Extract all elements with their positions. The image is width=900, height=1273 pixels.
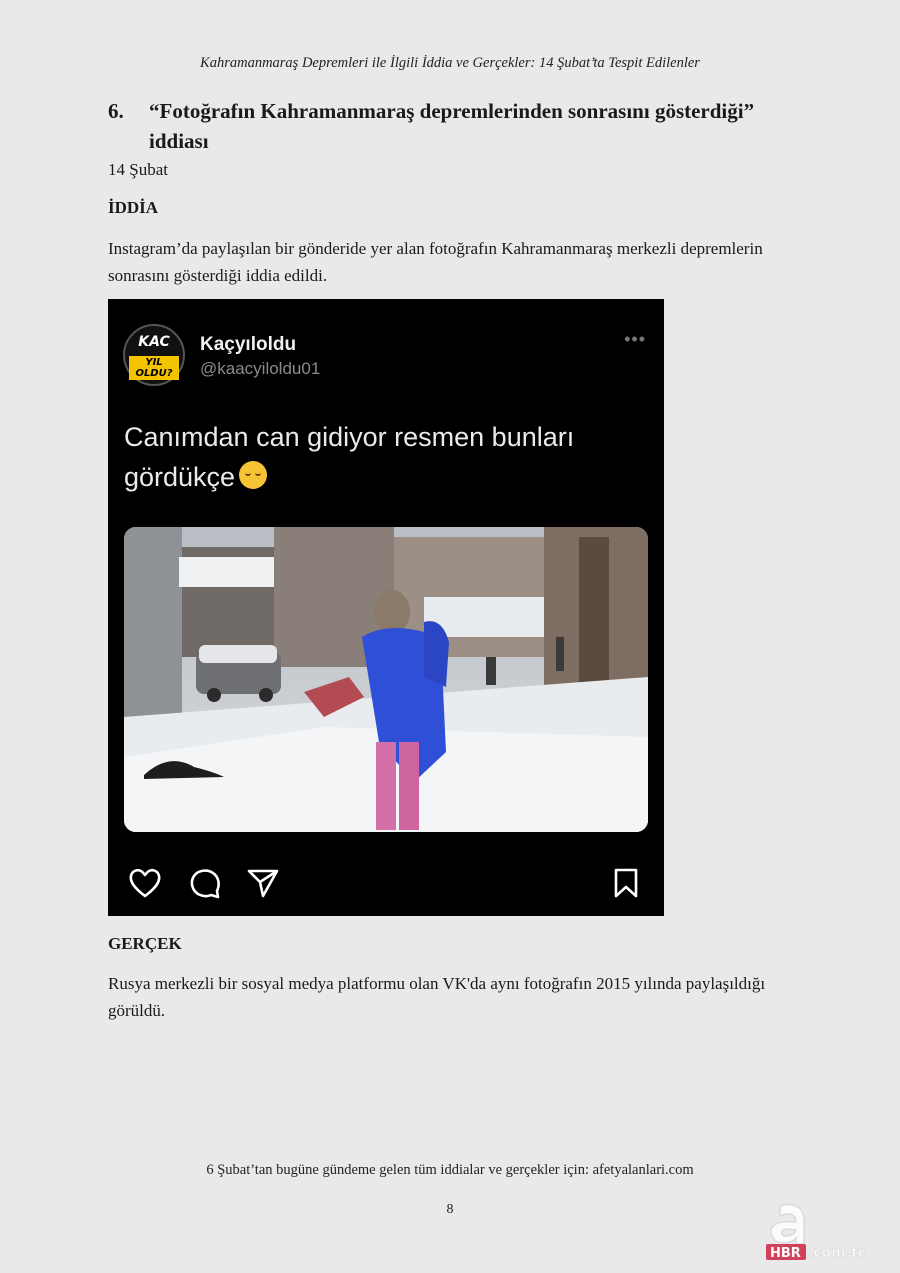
section-number: 6.	[108, 99, 124, 123]
svg-text:.com.tr: .com.tr	[808, 1245, 865, 1261]
claim-text: Instagram’da paylaşılan bir gönderide ye…	[108, 239, 763, 285]
claim-label: İDDİA	[108, 198, 159, 217]
footer-note: 6 Şubat’tan bugüne gündeme gelen tüm idd…	[206, 1162, 694, 1178]
instagram-post-screenshot: KAC YIL OLDU? Kaçyıloldu @kaacyiloldu01 …	[108, 299, 664, 916]
snowy-street-photo	[124, 527, 648, 832]
hbr-watermark-logo: HBR .com.tr	[752, 1198, 892, 1264]
more-dots-icon: •••	[624, 329, 646, 349]
section-date: 14 Şubat	[108, 160, 168, 179]
svg-text:HBR: HBR	[770, 1246, 801, 1261]
running-header: Kahramanmaraş Depremleri ile İlgili İddi…	[200, 55, 700, 71]
avatar-text-top: KAC	[138, 334, 170, 350]
profile-avatar: KAC YIL OLDU?	[123, 324, 185, 386]
share-icon[interactable]	[246, 867, 280, 904]
pensive-face-emoji-icon	[239, 461, 268, 489]
fact-label: GERÇEK	[108, 934, 182, 953]
avatar-text-bottom: YIL OLDU?	[129, 356, 179, 380]
fact-text: Rusya merkezli bir sosyal medya platform…	[108, 974, 766, 1020]
post-caption-text: Canımdan can gidiyor resmen bunları görd…	[124, 422, 575, 492]
bookmark-icon[interactable]	[611, 867, 641, 904]
section-title: “Fotoğrafın Kahramanmaraş depremlerinden…	[149, 99, 755, 153]
post-username: Kaçyıloldu	[200, 334, 297, 355]
post-caption: Canımdan can gidiyor resmen bunları görd…	[124, 417, 644, 497]
heart-icon[interactable]	[128, 867, 162, 904]
post-photo	[124, 527, 648, 832]
post-handle: @kaacyiloldu01	[200, 359, 321, 378]
post-action-bar	[108, 859, 664, 909]
comment-icon[interactable]	[188, 867, 222, 904]
